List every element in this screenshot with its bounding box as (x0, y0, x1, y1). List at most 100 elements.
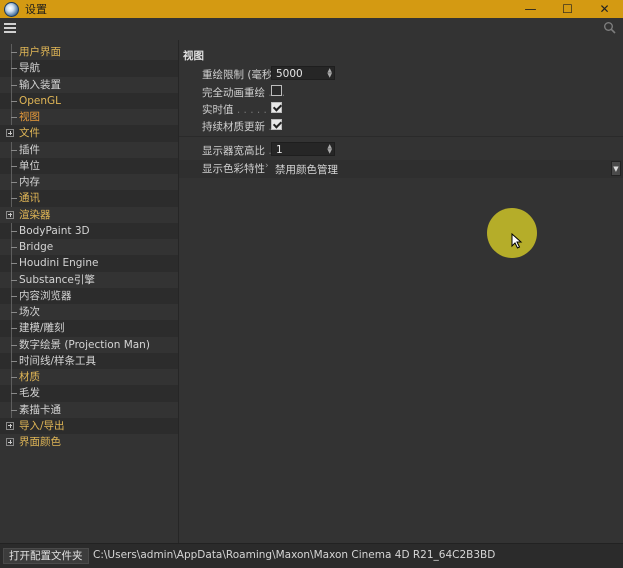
sidebar-item[interactable]: BodyPaint 3D (0, 222, 178, 239)
sidebar-item[interactable]: 输入装置 (0, 76, 178, 93)
tree-branch (11, 312, 17, 313)
divider (179, 136, 623, 137)
expand-plus-icon[interactable] (6, 438, 14, 446)
continuous-material-update-checkbox[interactable] (271, 119, 282, 130)
tree-branch (11, 149, 17, 151)
maximize-button[interactable]: ☐ (549, 0, 586, 18)
chevron-right-icon: › (265, 161, 269, 171)
settings-panel: 视图 重绘限制 (毫秒) 5000 ▲▼ 完全动画重绘 . . . 实时值 . … (179, 40, 623, 543)
realtime-value-row: 实时值 . . . . . . . (202, 102, 282, 116)
sidebar-item[interactable]: 数字绘景 (Projection Man) (0, 336, 178, 353)
tree-branch (11, 377, 17, 378)
sidebar-item-label: 导航 (19, 62, 40, 75)
sidebar-item-label: 材质 (19, 371, 40, 383)
expand-plus-icon[interactable] (6, 129, 14, 138)
title-bar[interactable]: 设置 — ☐ ✕ (0, 0, 623, 18)
continuous-material-update-label: 持续材质更新 (202, 121, 265, 133)
sidebar-item[interactable]: 毛发 (0, 385, 178, 402)
sidebar-item[interactable]: 导入/导出 (0, 417, 178, 434)
sidebar-item-label: 场次 (19, 306, 40, 318)
full-animation-redraw-label: 完全动画重绘 (202, 87, 265, 99)
sidebar-item[interactable]: 内存 (0, 174, 178, 191)
expand-plus-icon[interactable] (6, 210, 14, 219)
sidebar-item[interactable]: 视图 (0, 109, 178, 126)
sidebar-item-label: OpenGL (19, 94, 62, 107)
sidebar-item[interactable]: Bridge (0, 239, 178, 256)
realtime-value-checkbox[interactable] (271, 102, 282, 113)
sidebar-item[interactable]: 建模/雕刻 (0, 320, 178, 337)
full-animation-redraw-checkbox[interactable] (271, 85, 282, 96)
aspect-ratio-row: 显示器宽高比 . . . 1 ▲▼ (179, 142, 623, 158)
sidebar-item[interactable]: Substance引擎 (0, 271, 178, 288)
mouse-cursor-icon (511, 233, 523, 249)
tree-branch (11, 263, 17, 265)
aspect-ratio-input[interactable]: 1 ▲ ▼ (271, 142, 335, 156)
chevron-down-icon[interactable]: ▼ (611, 161, 621, 176)
sidebar-item[interactable]: 通讯 (0, 190, 178, 207)
config-path: C:\Users\admin\AppData\Roaming\Maxon\Max… (93, 549, 496, 561)
tree-branch (11, 117, 17, 118)
minimize-button[interactable]: — (512, 0, 549, 18)
sidebar-item[interactable]: 渲染器 (0, 207, 178, 223)
sidebar-item-label: Substance引擎 (19, 273, 95, 286)
sidebar-item[interactable]: Houdini Engine (0, 255, 178, 272)
expand-plus-icon[interactable] (6, 421, 14, 430)
tree-branch (11, 182, 17, 183)
sidebar-item-label: 导入/导出 (19, 419, 65, 432)
color-profile-label: 显示色彩特性 (202, 163, 265, 175)
tree-branch (11, 165, 17, 167)
sidebar-item-label: Bridge (19, 241, 54, 253)
sidebar-item-label: 视图 (19, 111, 40, 123)
color-profile-row[interactable]: 显示色彩特性 › 禁用颜色管理 ▼ (179, 160, 623, 178)
redraw-limit-input[interactable]: 5000 ▲ ▼ (271, 66, 335, 80)
realtime-value-label: 实时值 (202, 104, 234, 116)
sidebar-item-label: 建模/雕刻 (19, 322, 65, 335)
sidebar-item[interactable]: 用户界面 (0, 44, 178, 61)
continuous-material-update-row: 持续材质更新 . . (179, 118, 623, 134)
sidebar-item-label: 用户界面 (19, 46, 61, 58)
tree-branch (11, 360, 17, 362)
full-animation-redraw-row: 完全动画重绘 . . . (202, 85, 286, 99)
tree-branch (11, 198, 17, 200)
hamburger-menu-icon[interactable] (4, 23, 16, 33)
sidebar-item-label: 内存 (19, 176, 40, 188)
color-profile-select[interactable]: 禁用颜色管理 (275, 162, 338, 177)
aspect-ratio-label: 显示器宽高比 (202, 145, 265, 157)
sidebar-item[interactable]: 界面颜色 (0, 434, 178, 450)
toolbar (0, 18, 623, 41)
sidebar-item-label: 时间线/样条工具 (19, 354, 97, 367)
sidebar-item-label: BodyPaint 3D (19, 224, 90, 237)
sidebar-item[interactable]: 插件 (0, 141, 178, 158)
sidebar-item[interactable]: 素描卡通 (0, 401, 178, 418)
sidebar-item-label: 文件 (19, 127, 40, 140)
stepper-icon[interactable]: ▲ ▼ (327, 68, 332, 79)
sidebar-item-label: 内容浏览器 (19, 289, 72, 302)
sidebar-item[interactable]: 时间线/样条工具 (0, 352, 178, 369)
open-config-folder-button[interactable]: 打开配置文件夹 (3, 548, 89, 564)
close-button[interactable]: ✕ (586, 0, 623, 18)
sidebar-item[interactable]: 材质 (0, 369, 178, 386)
sidebar-item-label: 单位 (19, 159, 40, 172)
tree-branch (11, 68, 17, 70)
sidebar-item[interactable]: OpenGL (0, 92, 178, 109)
tree-branch (11, 344, 17, 346)
tree-branch (11, 84, 17, 86)
sidebar-item-label: 数字绘景 (Projection Man) (19, 338, 150, 351)
sidebar-item[interactable]: 导航 (0, 60, 178, 77)
sidebar-item[interactable]: 单位 (0, 157, 178, 174)
cinema4d-app-icon (4, 1, 19, 17)
sidebar-item[interactable]: 文件 (0, 125, 178, 142)
stepper-icon[interactable]: ▲ ▼ (327, 144, 332, 155)
settings-tree: 用户界面导航 输入装置 OpenGL 视图文件插件单位内存通讯 渲染器 BodyPaint… (0, 40, 179, 543)
sidebar-item[interactable]: 场次 (0, 304, 178, 321)
section-title: 视图 (183, 50, 204, 62)
tree-branch (11, 279, 17, 281)
sidebar-item-label: 素描卡通 (19, 403, 61, 416)
search-icon[interactable] (603, 21, 617, 35)
sidebar-item-label: 插件 (19, 143, 40, 156)
tree-branch (11, 393, 17, 395)
tree-branch (11, 295, 17, 297)
sidebar-item-label: 渲染器 (19, 208, 51, 221)
sidebar-item[interactable]: 内容浏览器 (0, 287, 178, 304)
window-title: 设置 (25, 3, 47, 16)
